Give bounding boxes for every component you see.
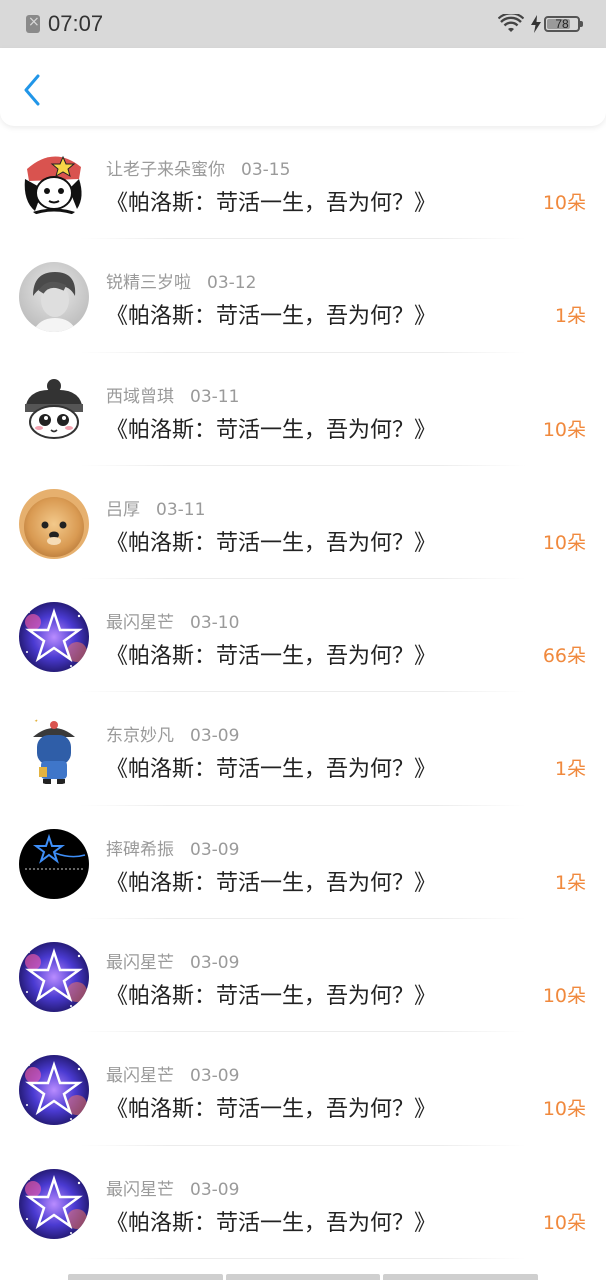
gift-amount: 66朵 — [542, 645, 586, 668]
bottom-tab-strip — [68, 1274, 539, 1280]
list-item[interactable]: 吕厚 03-11 《帕洛斯：苛活一生，吾为何？》 10朵 — [0, 466, 606, 580]
pomeranian-dog-avatar — [19, 488, 89, 559]
gift-record-list: 让老子来朵蜜你 03-15 《帕洛斯：苛活一生，吾为何？》 10朵 锐精三岁啦 03… — [0, 126, 606, 1259]
date: 03-09 — [190, 839, 240, 860]
avatar[interactable] — [19, 1168, 89, 1239]
meta-line: 最闪星芒 03-09 — [106, 1061, 239, 1086]
battery-level-text: 78 — [555, 17, 569, 31]
sim-off-icon — [26, 14, 40, 33]
gift-amount: 1朵 — [554, 758, 586, 781]
list-item[interactable]: 最闪星芒 03-10 《帕洛斯：苛活一生，吾为何？》 66朵 — [0, 579, 606, 693]
meta-line: 让老子来朵蜜你 03-15 — [106, 155, 290, 180]
gift-amount: 10朵 — [542, 1098, 586, 1121]
list-item[interactable]: 东京妙凡 03-09 《帕洛斯：苛活一生，吾为何？》 1朵 — [0, 692, 606, 806]
avatar[interactable] — [19, 375, 89, 446]
back-button[interactable] — [14, 70, 50, 110]
list-item[interactable]: 最闪星芒 03-09 《帕洛斯：苛活一生，吾为何？》 10朵 — [0, 919, 606, 1033]
cartoon-girl-avatar — [19, 149, 89, 219]
book-title[interactable]: 《帕洛斯：苛活一生，吾为何？》 — [106, 638, 436, 670]
grayscale-portrait-avatar — [19, 262, 89, 333]
gift-amount: 10朵 — [542, 531, 586, 554]
avatar[interactable] — [19, 1055, 89, 1126]
date: 03-09 — [190, 726, 240, 747]
list-item[interactable]: 锐精三岁啦 03-12 《帕洛斯：苛活一生，吾为何？》 1朵 — [0, 239, 606, 353]
username[interactable]: 最闪星芒 — [106, 613, 174, 633]
username[interactable]: 让老子来朵蜜你 — [106, 160, 225, 180]
status-right: 78 — [498, 12, 583, 36]
meta-line: 西域曾琪 03-11 — [106, 382, 239, 407]
bottom-tab[interactable] — [68, 1274, 223, 1280]
username[interactable]: 最闪星芒 — [106, 1180, 174, 1200]
book-title[interactable]: 《帕洛斯：苛活一生，吾为何？》 — [106, 525, 436, 557]
shooting-star-avatar — [19, 828, 89, 899]
meta-line: 最闪星芒 03-10 — [106, 608, 239, 633]
gift-amount: 1朵 — [554, 305, 586, 328]
meta-line: 锐精三岁啦 03-12 — [106, 268, 256, 293]
gift-amount: 10朵 — [542, 1211, 586, 1234]
username[interactable]: 摔碑希振 — [106, 840, 174, 860]
username[interactable]: 东京妙凡 — [106, 726, 174, 746]
gift-amount: 1朵 — [554, 871, 586, 894]
status-time: 07:07 — [48, 11, 104, 36]
date: 03-15 — [241, 160, 291, 180]
gift-amount: 10朵 — [542, 418, 586, 441]
galaxy-star-avatar — [19, 1168, 89, 1239]
cartoon-ninja-avatar — [19, 375, 89, 446]
avatar[interactable] — [19, 715, 89, 786]
avatar[interactable] — [19, 602, 89, 673]
avatar[interactable] — [19, 149, 89, 219]
date: 03-12 — [207, 273, 257, 294]
battery-icon: 78 — [544, 16, 583, 32]
bottom-tab[interactable] — [383, 1274, 539, 1280]
list-item[interactable]: 西域曾琪 03-11 《帕洛斯：苛活一生，吾为何？》 10朵 — [0, 353, 606, 466]
meta-line: 吕厚 03-11 — [106, 495, 205, 520]
username[interactable]: 锐精三岁啦 — [106, 273, 191, 293]
book-title[interactable]: 《帕洛斯：苛活一生，吾为何？》 — [106, 978, 436, 1010]
charging-bolt-icon — [531, 15, 541, 33]
qing-official-avatar — [19, 715, 89, 786]
book-title[interactable]: 《帕洛斯：苛活一生，吾为何？》 — [106, 298, 436, 330]
divider — [80, 1257, 526, 1259]
avatar[interactable] — [19, 828, 89, 899]
galaxy-star-avatar — [19, 602, 89, 673]
meta-line: 东京妙凡 03-09 — [106, 721, 239, 746]
date: 03-11 — [156, 499, 206, 520]
gift-amount: 10朵 — [542, 985, 586, 1008]
meta-line: 最闪星芒 03-09 — [106, 1175, 239, 1200]
list-item[interactable]: 最闪星芒 03-09 《帕洛斯：苛活一生，吾为何？》 10朵 — [0, 1146, 606, 1259]
meta-line: 摔碑希振 03-09 — [106, 835, 239, 860]
date: 03-09 — [190, 1179, 240, 1200]
list-item[interactable]: 摔碑希振 03-09 《帕洛斯：苛活一生，吾为何？》 1朵 — [0, 806, 606, 920]
book-title[interactable]: 《帕洛斯：苛活一生，吾为何？》 — [106, 412, 436, 444]
list-item[interactable]: 让老子来朵蜜你 03-15 《帕洛斯：苛活一生，吾为何？》 10朵 — [0, 126, 606, 240]
book-title[interactable]: 《帕洛斯：苛活一生，吾为何？》 — [106, 865, 436, 897]
avatar[interactable] — [19, 488, 89, 559]
wifi-icon — [498, 14, 524, 32]
username[interactable]: 吕厚 — [106, 500, 140, 520]
book-title[interactable]: 《帕洛斯：苛活一生，吾为何？》 — [106, 751, 436, 783]
username[interactable]: 最闪星芒 — [106, 953, 174, 973]
book-title[interactable]: 《帕洛斯：苛活一生，吾为何？》 — [106, 1205, 436, 1237]
date: 03-09 — [190, 1066, 240, 1087]
gift-amount: 10朵 — [542, 192, 586, 214]
bottom-tab[interactable] — [225, 1274, 381, 1280]
status-bar: 07:07 78 — [0, 0, 606, 48]
username[interactable]: 最闪星芒 — [106, 1066, 174, 1086]
username[interactable]: 西域曾琪 — [106, 387, 174, 407]
date: 03-11 — [190, 386, 240, 407]
galaxy-star-avatar — [19, 942, 89, 1013]
avatar[interactable] — [19, 262, 89, 333]
chevron-left-icon — [24, 74, 40, 106]
meta-line: 最闪星芒 03-09 — [106, 948, 239, 973]
date: 03-10 — [190, 613, 240, 634]
avatar[interactable] — [19, 942, 89, 1013]
nav-bar — [0, 48, 606, 126]
date: 03-09 — [190, 953, 240, 974]
status-left: 07:07 — [26, 11, 103, 37]
book-title[interactable]: 《帕洛斯：苛活一生，吾为何？》 — [106, 1091, 436, 1123]
book-title[interactable]: 《帕洛斯：苛活一生，吾为何？》 — [106, 185, 436, 217]
list-item[interactable]: 最闪星芒 03-09 《帕洛斯：苛活一生，吾为何？》 10朵 — [0, 1032, 606, 1146]
galaxy-star-avatar — [19, 1055, 89, 1126]
